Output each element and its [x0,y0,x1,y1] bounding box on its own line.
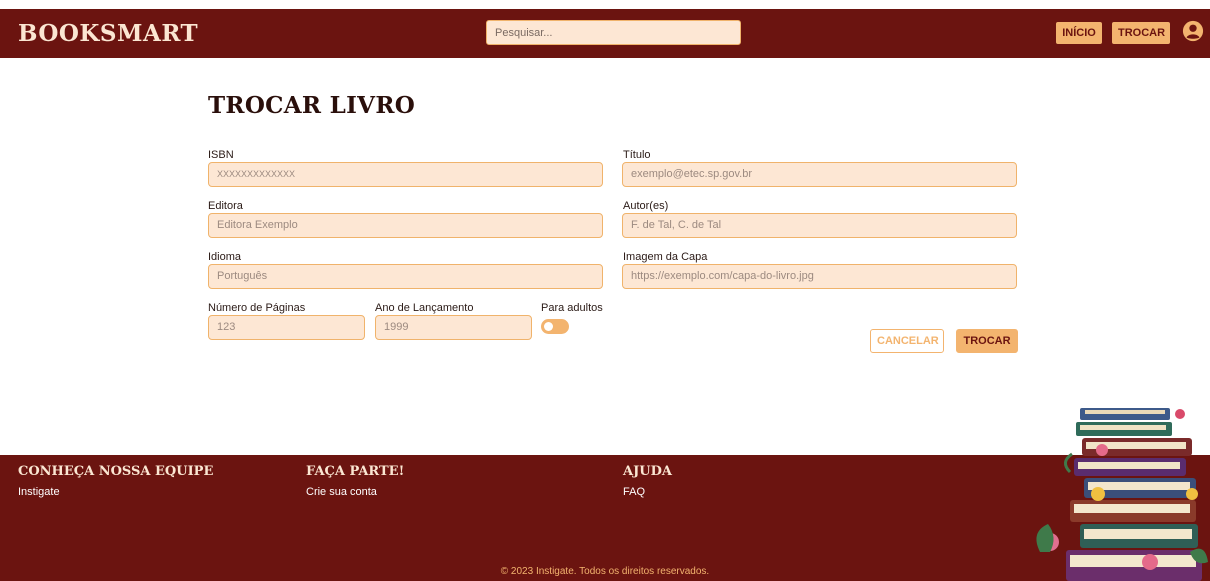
user-circle-icon[interactable] [1182,20,1204,42]
isbn-field[interactable]: XXXXXXXXXXXXX [208,162,603,187]
book-stack-illustration [1036,408,1208,581]
idioma-field[interactable]: Português [208,264,603,289]
paginas-label: Número de Páginas [208,302,306,314]
ano-label: Ano de Lançamento [375,302,474,314]
titulo-field[interactable]: exemplo@etec.sp.gov.br [622,162,1017,187]
footer-heading-equipe: CONHEÇA NOSSA EQUIPE [18,464,214,479]
nav-trocar-button[interactable]: TROCAR [1112,22,1170,44]
paginas-field[interactable]: 123 [208,315,365,340]
editora-field[interactable]: Editora Exemplo [208,213,603,238]
search-input[interactable] [486,20,741,45]
nav-inicio-button[interactable]: INÍCIO [1056,22,1102,44]
footer: CONHEÇA NOSSA EQUIPE Instigate FAÇA PART… [0,455,1210,581]
copyright-text: © 2023 Instigate. Todos os direitos rese… [500,566,710,577]
footer-link-instigate[interactable]: Instigate [18,486,60,498]
top-navbar: BOOKSMART INÍCIO TROCAR [0,9,1210,58]
autores-label: Autor(es) [623,200,669,212]
toggle-knob [544,322,553,331]
cancel-button[interactable]: CANCELAR [870,329,944,353]
footer-heading-ajuda: AJUDA [623,464,672,479]
autores-field[interactable]: F. de Tal, C. de Tal [622,213,1017,238]
capa-label: Imagem da Capa [623,251,708,263]
capa-field[interactable]: https://exemplo.com/capa-do-livro.jpg [622,264,1017,289]
editora-label: Editora [208,200,243,212]
footer-link-crie-conta[interactable]: Crie sua conta [306,486,377,498]
footer-heading-faca-parte: FAÇA PARTE! [306,464,405,479]
isbn-label: ISBN [208,149,234,161]
titulo-label: Título [623,149,651,161]
idioma-label: Idioma [208,251,242,263]
adultos-label: Para adultos [541,302,603,314]
brand-logo[interactable]: BOOKSMART [18,20,198,47]
adultos-toggle[interactable] [541,319,569,334]
page-title: TROCAR LIVRO [208,92,416,119]
ano-field[interactable]: 1999 [375,315,532,340]
footer-link-faq[interactable]: FAQ [623,486,645,498]
trocar-submit-button[interactable]: TROCAR [956,329,1018,353]
